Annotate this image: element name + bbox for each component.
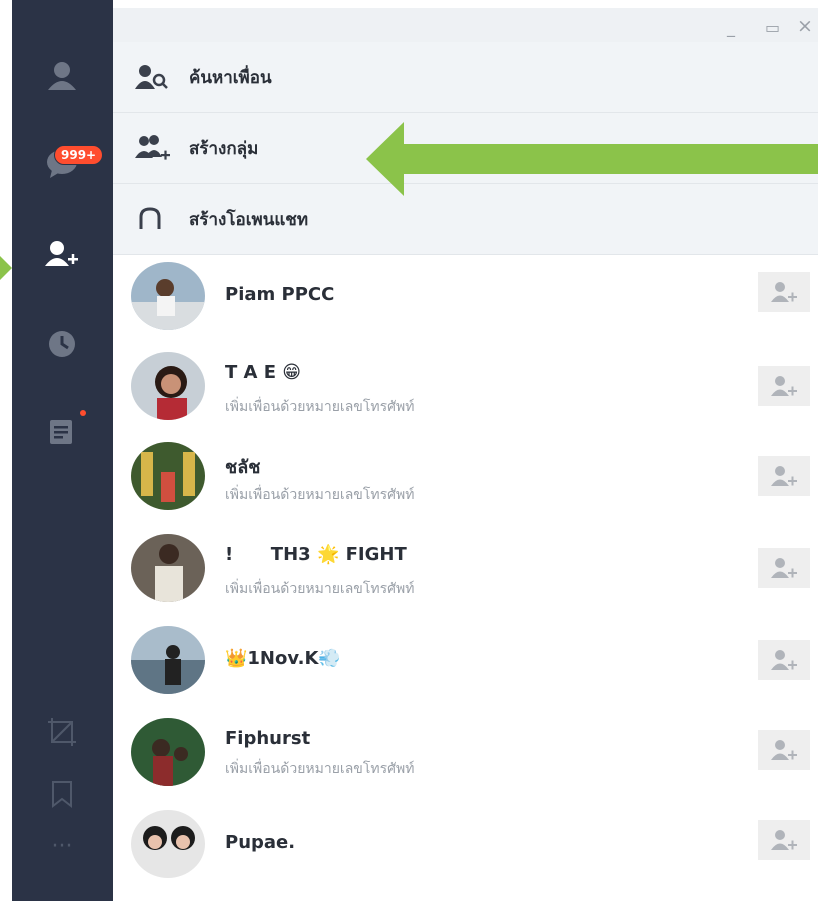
crop-icon[interactable]	[42, 712, 82, 752]
avatar	[131, 534, 205, 602]
indicator-arrow-left	[0, 256, 12, 280]
notes-icon[interactable]	[42, 412, 82, 452]
more-icon[interactable]: ···	[42, 832, 82, 872]
unread-badge: 999+	[54, 145, 104, 165]
profile-icon[interactable]	[42, 56, 82, 96]
menu-label: สร้างโอเพนแชท	[189, 209, 309, 230]
clock-icon[interactable]	[42, 324, 82, 364]
friend-name: ! TH3 🌟 FIGHT	[225, 544, 407, 565]
menu-label: ค้นหาเพื่อน	[189, 67, 272, 88]
title-bar: _ ▭ ×	[113, 8, 818, 42]
close-button[interactable]: ×	[797, 15, 813, 37]
avatar	[131, 626, 205, 694]
friend-row[interactable]: Fiphurst เพิ่มเพื่อนด้วยหมายเลขโทรศัพท์	[113, 708, 818, 798]
friend-row[interactable]: 👑1Nov.K💨	[113, 616, 818, 706]
minimize-button[interactable]: _	[727, 18, 735, 37]
sidebar: 999+ ···	[12, 0, 113, 901]
notes-dot	[80, 410, 86, 416]
create-group-icon	[135, 135, 170, 160]
friend-name: ชลัช	[225, 457, 261, 478]
pointer-arrow	[366, 122, 818, 196]
friend-name: T A E 😁	[225, 362, 302, 383]
friend-name: 👑1Nov.K💨	[225, 648, 341, 669]
avatar	[131, 352, 205, 420]
avatar	[131, 718, 205, 786]
menu-label: สร้างกลุ่ม	[189, 138, 259, 159]
friend-row[interactable]: ! TH3 🌟 FIGHT เพิ่มเพื่อนด้วยหมายเลขโทรศ…	[113, 524, 818, 614]
add-friend-icon	[771, 830, 797, 850]
add-friend-button[interactable]	[758, 456, 810, 496]
search-friend-icon	[135, 65, 168, 89]
add-friend-icon	[771, 466, 797, 486]
add-friend-button[interactable]	[758, 548, 810, 588]
avatar	[131, 810, 205, 878]
friend-subtitle: เพิ่มเพื่อนด้วยหมายเลขโทรศัพท์	[225, 487, 415, 503]
maximize-button[interactable]: ▭	[765, 18, 780, 37]
friend-row[interactable]: Piam PPCC	[113, 252, 818, 342]
add-friend-button[interactable]	[758, 730, 810, 770]
add-friend-button[interactable]	[758, 820, 810, 860]
add-friend-button[interactable]	[758, 366, 810, 406]
open-chat-icon	[139, 207, 161, 229]
friend-subtitle: เพิ่มเพื่อนด้วยหมายเลขโทรศัพท์	[225, 581, 415, 597]
add-friend-button[interactable]	[758, 640, 810, 680]
avatar	[131, 442, 205, 510]
menu-search-friend[interactable]: ค้นหาเพื่อน	[113, 42, 818, 113]
add-friend-icon	[771, 650, 797, 670]
add-friend-icon[interactable]	[42, 236, 82, 276]
friend-row[interactable]: Pupae.	[113, 800, 818, 890]
add-friend-icon	[771, 376, 797, 396]
friend-subtitle: เพิ่มเพื่อนด้วยหมายเลขโทรศัพท์	[225, 761, 415, 777]
add-friend-icon	[771, 558, 797, 578]
friend-subtitle: เพิ่มเพื่อนด้วยหมายเลขโทรศัพท์	[225, 399, 415, 415]
avatar	[131, 262, 205, 330]
bookmark-icon[interactable]	[42, 774, 82, 814]
add-friend-icon	[771, 282, 797, 302]
friend-name: Fiphurst	[225, 728, 311, 749]
add-friend-icon	[771, 740, 797, 760]
friend-name: Pupae.	[225, 832, 296, 853]
friend-name: Piam PPCC	[225, 284, 335, 305]
add-friend-button[interactable]	[758, 272, 810, 312]
friend-row[interactable]: ชลัช เพิ่มเพื่อนด้วยหมายเลขโทรศัพท์	[113, 432, 818, 522]
friend-row[interactable]: T A E 😁 เพิ่มเพื่อนด้วยหมายเลขโทรศัพท์	[113, 342, 818, 432]
